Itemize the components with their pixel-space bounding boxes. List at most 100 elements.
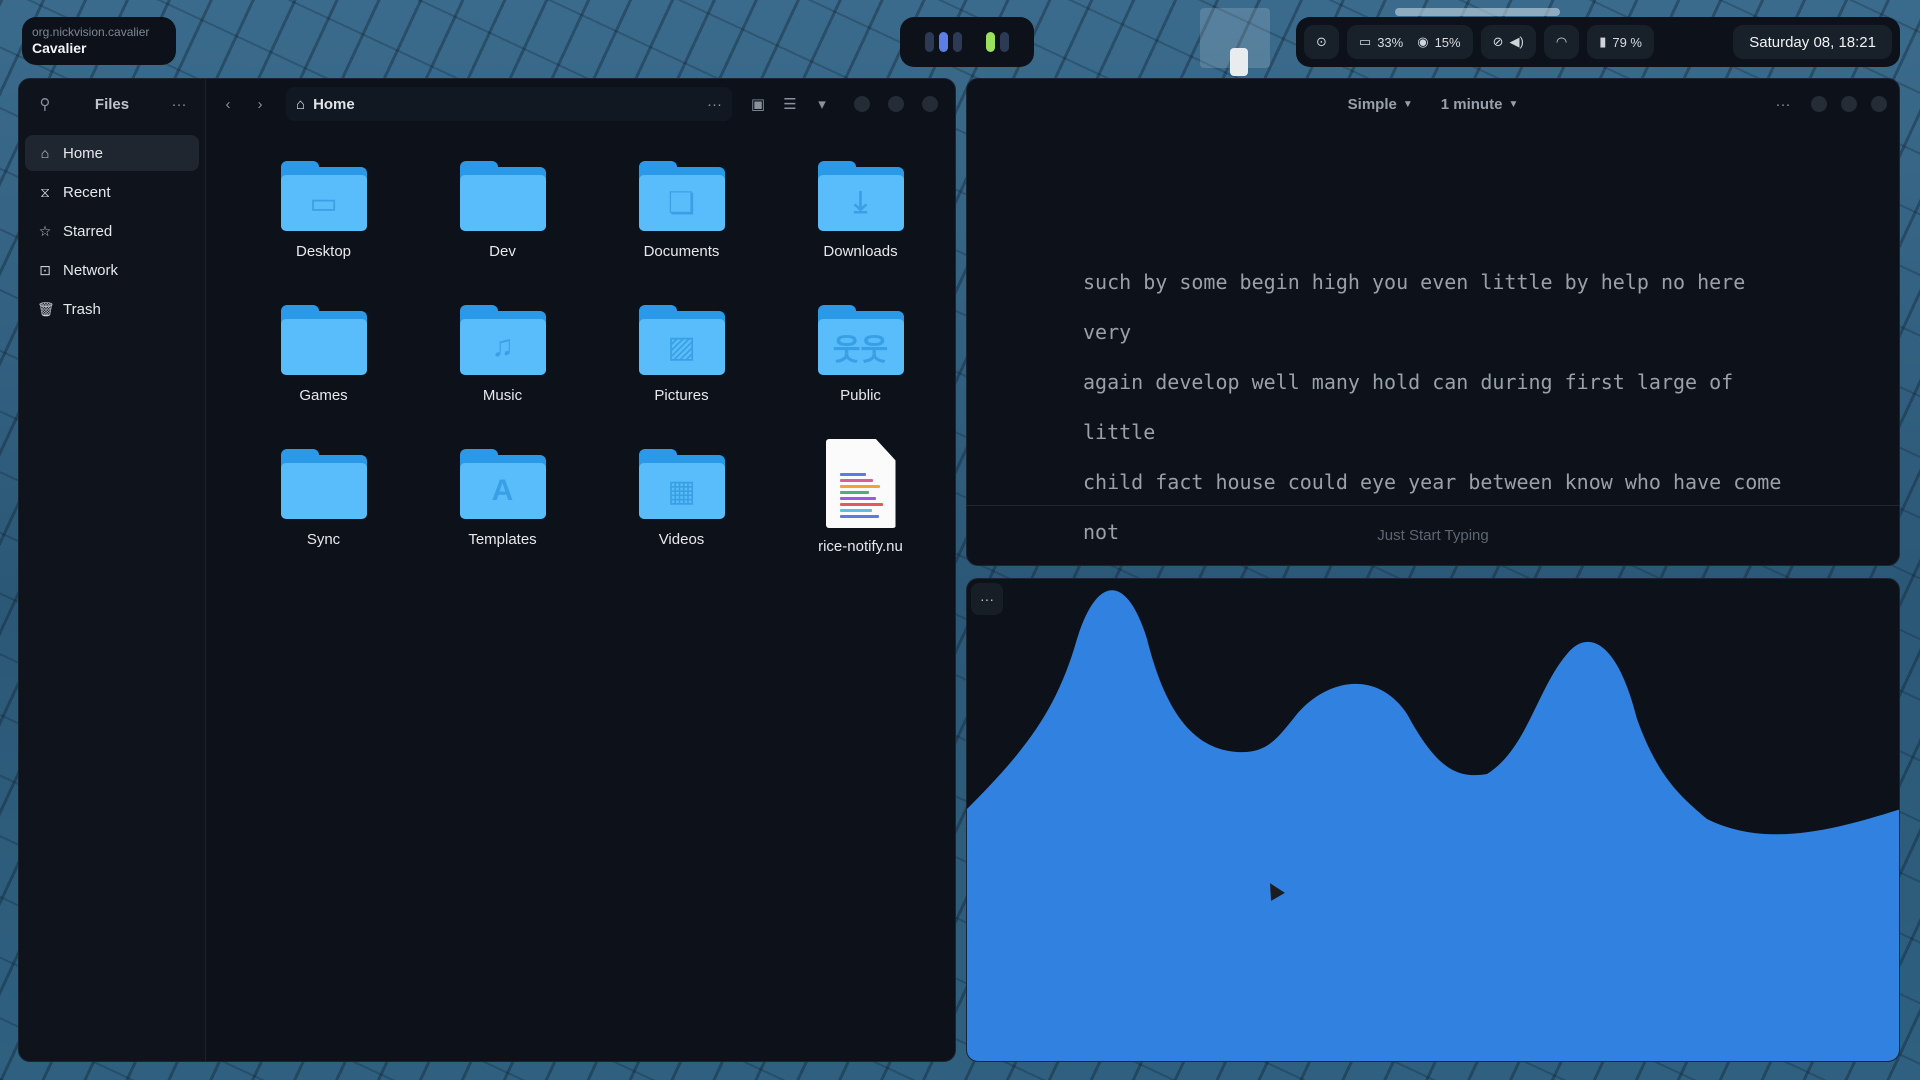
minimize-button[interactable] xyxy=(1811,96,1827,112)
mode-dropdown[interactable]: Simple ▼ xyxy=(1348,96,1413,113)
workspace-dot-active[interactable] xyxy=(939,32,948,52)
folder-icon xyxy=(280,449,367,521)
path-segment[interactable]: Home xyxy=(313,96,355,113)
path-menu-icon[interactable]: ··· xyxy=(707,96,722,113)
workspace-dot[interactable] xyxy=(1000,32,1009,52)
chevron-down-icon: ▾ xyxy=(818,96,826,113)
folder-icon: ♫ xyxy=(459,305,546,377)
workspace-dot[interactable] xyxy=(953,32,962,52)
view-options-button[interactable]: ▾ xyxy=(808,90,836,118)
clock[interactable]: Saturday 08, 18:21 xyxy=(1733,25,1892,59)
more-icon: ··· xyxy=(1775,95,1791,113)
folder-icon: 웃웃 xyxy=(817,305,904,377)
duration-dropdown[interactable]: 1 minute ▼ xyxy=(1441,96,1519,113)
workspace-switcher[interactable] xyxy=(900,17,1034,67)
folder-item[interactable]: Dev xyxy=(413,155,592,267)
wifi-button[interactable]: ◠ xyxy=(1543,25,1580,59)
folder-item[interactable]: ▨ Pictures xyxy=(592,299,771,411)
sidebar-item-trash[interactable]: 🗑 Trash xyxy=(25,291,199,327)
sidebar-item-network[interactable]: ⊡ Network xyxy=(25,252,199,288)
maximize-button[interactable] xyxy=(888,96,904,112)
folder-item[interactable]: ▭ Desktop xyxy=(234,155,413,267)
duration-label: 1 minute xyxy=(1440,95,1503,113)
folder-item[interactable]: ⤓ Downloads xyxy=(771,155,950,267)
folder-emblem: 웃웃 xyxy=(817,319,904,375)
view-toggle-button[interactable]: ☰ xyxy=(776,90,804,118)
star-icon: ☆ xyxy=(38,222,52,239)
minimize-button[interactable] xyxy=(854,96,870,112)
sidebar-item-label: Home xyxy=(63,144,104,162)
typing-line: such by some begin high you even little … xyxy=(1083,270,1746,344)
sidebar-menu-button[interactable]: ··· xyxy=(165,90,193,118)
forward-button[interactable]: › xyxy=(246,90,274,118)
item-label: Dev xyxy=(489,243,516,260)
maximize-button[interactable] xyxy=(1841,96,1857,112)
file-item[interactable]: rice-notify.nu xyxy=(771,439,950,555)
typing-hint: Just Start Typing xyxy=(967,505,1899,565)
mode-label: Simple xyxy=(1347,95,1397,113)
monitor-icon: ▭ xyxy=(1358,34,1372,49)
sidebar-item-label: Starred xyxy=(63,222,113,240)
folder-item[interactable]: Games xyxy=(234,299,413,411)
visualizer-menu-button[interactable]: ··· xyxy=(971,583,1003,615)
mic-muted-icon: ⊘ xyxy=(1492,34,1504,49)
file-grid: ▭ Desktop Dev ❏ Documents ⤓ Downloads Games ♫ Mus… xyxy=(234,155,950,555)
trash-icon: 🗑 xyxy=(37,300,55,317)
battery-indicator[interactable]: ▮ 79 % xyxy=(1587,25,1654,59)
new-folder-button[interactable]: ▣ xyxy=(744,90,772,118)
cpu-icon: ◉ xyxy=(1417,34,1429,49)
folder-emblem: ▦ xyxy=(638,463,725,519)
sidebar-item-recent[interactable]: ⧖ Recent xyxy=(25,174,199,210)
typing-line: again develop well many hold can during … xyxy=(1083,370,1734,444)
folder-item[interactable]: ❏ Documents xyxy=(592,155,771,267)
folder-item[interactable]: A Templates xyxy=(413,443,592,555)
sidebar-item-home[interactable]: ⌂ Home xyxy=(25,135,199,171)
sidebar-item-label: Recent xyxy=(63,183,111,201)
folder-item[interactable]: 웃웃 Public xyxy=(771,299,950,411)
system-tray: ⊙ ▭ 33% ◉ 15% ⊘ ◀) ◠ ▮ 79 % Saturday 08,… xyxy=(1296,17,1900,67)
resource-monitor[interactable]: ▭ 33% ◉ 15% xyxy=(1346,25,1473,59)
folder-item[interactable]: Sync xyxy=(234,443,413,555)
item-label: Games xyxy=(299,387,348,404)
folder-emblem: ⤓ xyxy=(817,175,904,231)
item-label: Pictures xyxy=(654,387,709,404)
folder-icon: ❏ xyxy=(638,161,725,233)
sidebar-title: Files xyxy=(94,95,130,113)
folder-emblem xyxy=(280,319,367,375)
workspace-dot[interactable] xyxy=(925,32,934,52)
typing-menu-button[interactable]: ··· xyxy=(1769,90,1797,118)
item-label: rice-notify.nu xyxy=(818,538,903,555)
folder-emblem xyxy=(280,463,367,519)
item-label: Sync xyxy=(306,531,341,548)
folder-icon: ▦ xyxy=(638,449,725,521)
audio-controls[interactable]: ⊘ ◀) xyxy=(1480,25,1536,59)
github-button[interactable]: ⊙ xyxy=(1304,25,1339,59)
home-icon: ⌂ xyxy=(40,145,50,161)
chevron-right-icon: › xyxy=(257,95,263,113)
item-label: Music xyxy=(482,387,523,404)
wallpaper-detail xyxy=(1395,8,1560,16)
sidebar-item-starred[interactable]: ☆ Starred xyxy=(25,213,199,249)
home-icon: ⌂ xyxy=(296,95,306,113)
sidebar-item-label: Network xyxy=(63,261,119,279)
audio-visualizer-window: ··· xyxy=(966,578,1900,1062)
folder-emblem xyxy=(459,175,546,231)
typing-test-window: Simple ▼ 1 minute ▼ ··· such by some beg… xyxy=(966,78,1900,566)
search-button[interactable]: ⚲ xyxy=(31,90,59,118)
folder-view-icon: ▣ xyxy=(750,96,766,113)
list-view-icon: ☰ xyxy=(783,96,797,113)
workspace-dot-occupied[interactable] xyxy=(986,32,995,52)
chevron-down-icon: ▼ xyxy=(1402,98,1413,110)
close-button[interactable] xyxy=(1871,96,1887,112)
back-button[interactable]: ‹ xyxy=(214,90,242,118)
folder-item[interactable]: ♫ Music xyxy=(413,299,592,411)
folder-emblem: ❏ xyxy=(638,175,725,231)
folder-item[interactable]: ▦ Videos xyxy=(592,443,771,555)
path-bar[interactable]: ⌂ Home ··· xyxy=(286,87,732,121)
item-label: Desktop xyxy=(295,243,352,260)
sidebar-item-label: Trash xyxy=(63,300,101,318)
close-button[interactable] xyxy=(922,96,938,112)
files-content: ‹ › ⌂ Home ··· ▣ ☰ ▾ ▭ Desktop Dev ❏ Documen… xyxy=(206,79,955,1061)
workspace-spacer xyxy=(967,32,981,52)
app-id: org.nickvision.cavalier xyxy=(32,25,150,39)
